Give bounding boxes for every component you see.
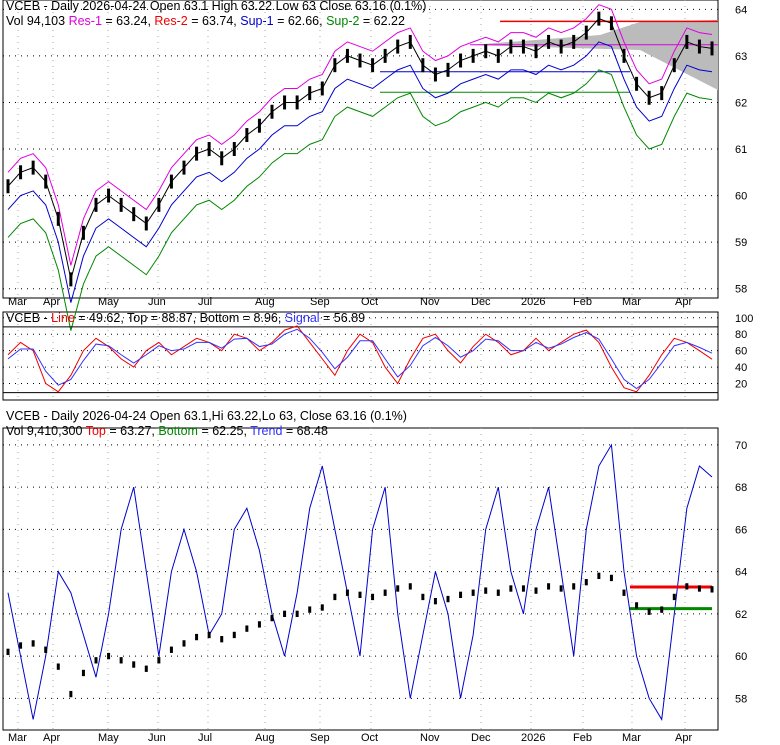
y-tick-label: 60 bbox=[735, 346, 747, 358]
x-tick-label: Jul bbox=[198, 732, 212, 744]
x-tick-label: Apr bbox=[675, 732, 692, 744]
x-tick-label: Oct bbox=[361, 296, 378, 308]
x-tick-label: Jun bbox=[148, 732, 166, 744]
y-tick-label: 40 bbox=[735, 362, 747, 374]
support-1-trail bbox=[7, 41, 713, 303]
x-tick-label: Oct bbox=[361, 732, 378, 744]
y-tick-label: 64 bbox=[735, 4, 747, 16]
x-tick-label: Apr bbox=[43, 296, 60, 308]
y-tick-label: 59 bbox=[735, 237, 747, 249]
x-tick-label: Nov bbox=[420, 732, 440, 744]
y-tick-label: 60 bbox=[735, 651, 747, 663]
x-tick-label: Apr bbox=[675, 296, 692, 308]
x-tick-label: Sep bbox=[310, 296, 330, 308]
x-tick-label: Sep bbox=[310, 732, 330, 744]
volume-profile bbox=[470, 20, 718, 90]
y-tick-label: 58 bbox=[735, 693, 747, 705]
y-tick-label: 80 bbox=[735, 329, 747, 341]
x-tick-label: Dec bbox=[471, 296, 491, 308]
series-line bbox=[7, 325, 713, 393]
panel2-header: VCEB - Line = 49.62, Top = 88.87, Bottom… bbox=[6, 311, 366, 325]
y-tick-label: 68 bbox=[735, 482, 747, 494]
price-summary-2: VCEB - Daily 2026-04-24 Open 63.1,Hi 63.… bbox=[6, 409, 407, 423]
y-tick-label: 58 bbox=[735, 284, 747, 296]
y-tick-label: 62 bbox=[735, 97, 747, 109]
panel3-header: VCEB - Daily 2026-04-24 Open 63.1,Hi 63.… bbox=[6, 409, 407, 438]
x-tick-label: Mar bbox=[622, 296, 641, 308]
support-2-trail bbox=[7, 69, 713, 331]
price-summary: VCEB - Daily 2026-04-24 Open 63.1 High 6… bbox=[6, 0, 427, 13]
x-tick-label: Aug bbox=[255, 732, 275, 744]
x-tick-label: Aug bbox=[255, 296, 275, 308]
x-tick-label: Jul bbox=[198, 296, 212, 308]
y-tick-label: 70 bbox=[735, 440, 747, 452]
y-tick-label: 64 bbox=[735, 567, 747, 579]
series-signal bbox=[7, 328, 713, 390]
x-tick-label: May bbox=[98, 732, 119, 744]
trend-line bbox=[7, 443, 713, 721]
x-tick-label: 2026 bbox=[521, 296, 545, 308]
x-tick-label: 2026 bbox=[521, 732, 545, 744]
x-tick-label: Feb bbox=[573, 296, 592, 308]
x-tick-label: Mar bbox=[622, 732, 641, 744]
y-tick-label: 60 bbox=[735, 191, 747, 203]
x-tick-label: Mar bbox=[8, 732, 27, 744]
x-tick-label: Feb bbox=[573, 732, 592, 744]
y-tick-label: 63 bbox=[735, 51, 747, 63]
y-tick-label: 61 bbox=[735, 144, 747, 156]
chart-canvas: 64 63 62 61 60 59 58 100 80 60 40 20 70 68 66 64 62 60 58 M… bbox=[2, 0, 753, 744]
x-tick-label: Nov bbox=[420, 296, 440, 308]
y-tick-label: 66 bbox=[735, 524, 747, 536]
x-tick-label: Jun bbox=[148, 296, 166, 308]
y-tick-label: 62 bbox=[735, 609, 747, 621]
panel1-header: VCEB - Daily 2026-04-24 Open 63.1 High 6… bbox=[6, 0, 426, 29]
x-tick-label: Mar bbox=[8, 296, 27, 308]
y-tick-label: 20 bbox=[735, 379, 747, 391]
chart-root: 64 63 62 61 60 59 58 100 80 60 40 20 70 68 66 64 62 60 58 M… bbox=[0, 0, 780, 745]
y-tick-label: 100 bbox=[735, 313, 753, 325]
x-tick-label: Apr bbox=[43, 732, 60, 744]
x-tick-label: May bbox=[98, 296, 119, 308]
x-tick-label: Dec bbox=[471, 732, 491, 744]
levels-summary: Vol 94,103 Res-1 = 63.24, Res-2 = 63.74,… bbox=[6, 14, 405, 28]
